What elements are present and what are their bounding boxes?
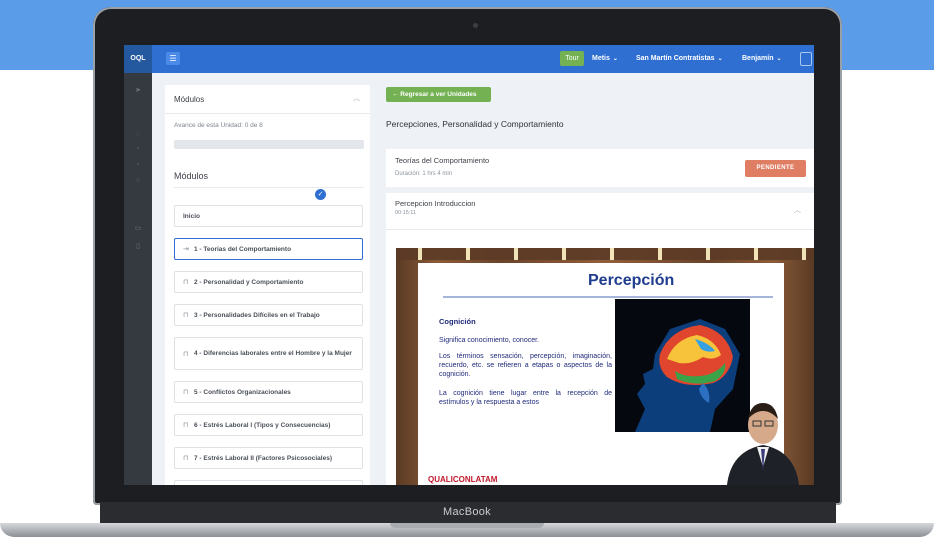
camera-dot xyxy=(473,23,478,28)
top-navbar: OQL ☰ Tour Metis ⌄ San Martín Contratista… xyxy=(124,45,814,73)
slide-heading: Percepción xyxy=(588,272,675,289)
nav-user-label: Benjamín xyxy=(742,55,774,62)
list-icon[interactable]: ▭ xyxy=(134,225,142,232)
app-screen: OQL ☰ Tour Metis ⌄ San Martín Contratista… xyxy=(124,45,814,485)
module-title: Teorías del Comportamiento xyxy=(395,156,490,165)
module-label: 1 - Teorías del Comportamiento xyxy=(194,245,292,253)
menu-toggle-button[interactable]: ☰ xyxy=(166,52,180,65)
module-label: 6 - Estrés Laboral I (Tipos y Consecuenc… xyxy=(194,421,331,429)
lock-icon: ⊓ xyxy=(183,312,189,319)
chevron-down-icon: ⌄ xyxy=(776,56,782,62)
slide-rule xyxy=(443,296,773,298)
modules-subtitle: Módulos xyxy=(174,171,209,181)
unit-progress-bar xyxy=(174,140,364,149)
nav-company-dropdown[interactable]: San Martín Contratistas ⌄ xyxy=(636,51,723,66)
lesson-card: Percepcion Introduccion 00:15:11 ︿ Perce… xyxy=(386,193,814,485)
divider xyxy=(174,187,364,188)
lock-icon: ⊓ xyxy=(183,455,189,462)
chevron-down-icon: ⌄ xyxy=(717,56,723,62)
module-label: 7 - Estrés Laboral II (Factores Psicosoc… xyxy=(194,454,333,462)
module-item-next[interactable] xyxy=(174,480,363,485)
lock-icon: ⊓ xyxy=(183,422,189,429)
nav-company-label: San Martín Contratistas xyxy=(636,55,715,62)
history-icon[interactable]: ○ xyxy=(134,177,142,184)
brand-logo-text: QUALICONLATAM xyxy=(428,475,498,484)
module-item-7[interactable]: ⊓ 7 - Estrés Laboral II (Factores Psicos… xyxy=(174,447,363,469)
modules-panel-title: Módulos xyxy=(174,95,205,104)
device-label: MacBook xyxy=(443,506,491,518)
slide-line-1: Significa conocimiento, conocer. xyxy=(439,337,539,344)
tour-button[interactable]: Tour xyxy=(560,51,584,66)
nav-metis-label: Metis xyxy=(592,55,610,62)
module-item-3[interactable]: ⊓ 3 - Personalidades Difíciles en el Tra… xyxy=(174,304,363,326)
video-player[interactable]: Percepción Cognición Significa conocimie… xyxy=(396,248,814,485)
entry-icon: ⇥ xyxy=(183,246,189,253)
presenter-avatar xyxy=(727,403,799,485)
chevron-up-icon[interactable]: ︿ xyxy=(353,93,360,103)
chevron-down-icon: ⌄ xyxy=(612,56,618,62)
module-card: Teorías del Comportamiento Duración: 1 h… xyxy=(386,149,814,187)
apps-grid-icon[interactable] xyxy=(800,52,812,66)
nav-user-dropdown[interactable]: Benjamín ⌄ xyxy=(742,51,782,66)
divider xyxy=(386,229,814,230)
lesson-time: 00:15:11 xyxy=(395,210,417,216)
module-item-4[interactable]: ⊓ 4 - Diferencias laborales entre el Hom… xyxy=(174,337,363,370)
slide-line-3: La cognición tiene lugar entre la recepc… xyxy=(439,390,612,406)
sidebar: ➤ ◌ ◦ ▫ ○ ▭ ▯ xyxy=(124,73,152,485)
module-label: 2 - Personalidad y Comportamiento xyxy=(194,278,304,286)
modules-panel: Módulos ︿ Avance de esta Unidad: 0 de 8 … xyxy=(165,85,370,485)
lesson-title[interactable]: Percepcion Introduccion xyxy=(395,199,475,208)
settings-icon[interactable]: ◦ xyxy=(134,145,142,152)
slide-line-2: Los términos sensación, percepción, imag… xyxy=(439,353,612,378)
module-label: 3 - Personalidades Difíciles en el Traba… xyxy=(194,311,320,319)
user-icon[interactable]: ◌ xyxy=(134,131,142,138)
document-icon[interactable]: ▫ xyxy=(134,161,142,168)
send-icon[interactable]: ➤ xyxy=(134,87,142,94)
module-label: 5 - Conflictos Organizacionales xyxy=(194,388,291,396)
chevron-up-icon[interactable]: ︿ xyxy=(794,205,801,215)
module-item-2[interactable]: ⊓ 2 - Personalidad y Comportamiento xyxy=(174,271,363,293)
file-icon[interactable]: ▯ xyxy=(134,243,142,250)
divider xyxy=(165,113,370,114)
module-item-1[interactable]: ⇥ 1 - Teorías del Comportamiento xyxy=(174,238,363,260)
module-label: 4 - Diferencias laborales entre el Hombr… xyxy=(194,350,352,357)
lock-icon: ⊓ xyxy=(183,350,189,358)
module-label: Inicio xyxy=(183,212,200,220)
back-to-units-button[interactable]: ← Regresar a ver Unidades xyxy=(386,87,491,102)
nav-metis-dropdown[interactable]: Metis ⌄ xyxy=(592,51,618,66)
laptop-notch xyxy=(390,523,544,528)
module-item-inicio[interactable]: Inicio xyxy=(174,205,363,227)
unit-progress-text: Avance de esta Unidad: 0 de 8 xyxy=(174,122,263,129)
hamburger-icon: ☰ xyxy=(169,54,177,63)
lock-icon: ⊓ xyxy=(183,389,189,396)
unit-title: Percepciones, Personalidad y Comportamie… xyxy=(386,119,564,129)
lock-icon: ⊓ xyxy=(183,279,189,286)
status-badge[interactable]: PENDIENTE xyxy=(745,160,806,177)
module-item-5[interactable]: ⊓ 5 - Conflictos Organizacionales xyxy=(174,381,363,403)
stage-lights xyxy=(396,248,814,260)
module-item-6[interactable]: ⊓ 6 - Estrés Laboral I (Tipos y Consecue… xyxy=(174,414,363,436)
check-icon: ✓ xyxy=(315,189,326,200)
brand-logo[interactable]: OQL xyxy=(124,45,152,73)
module-duration: Duración: 1 hrs 4 min xyxy=(395,171,453,177)
slide-subheading: Cognición xyxy=(439,317,476,326)
